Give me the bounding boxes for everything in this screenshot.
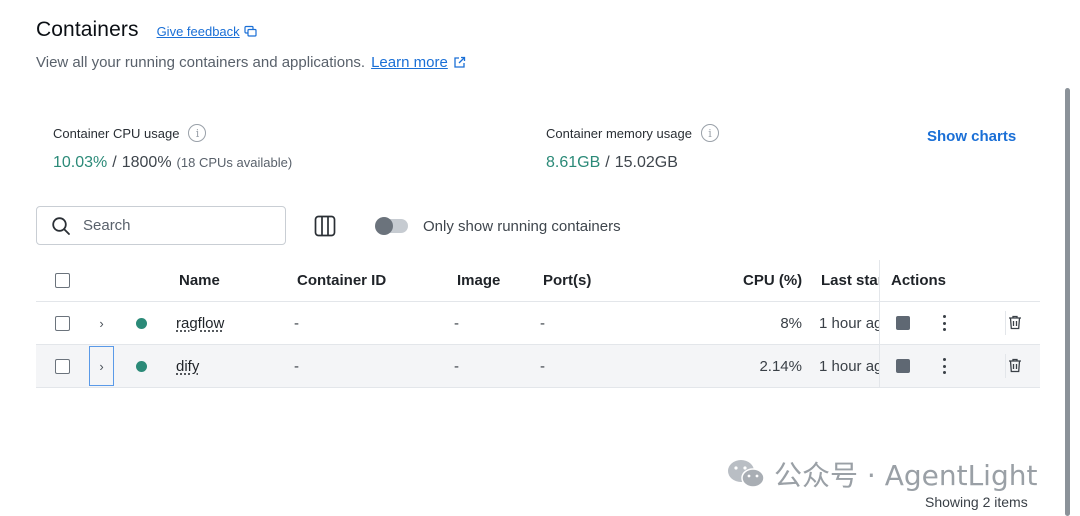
ports-cell: - bbox=[540, 314, 545, 332]
expand-chevron-icon[interactable]: › bbox=[89, 302, 114, 344]
cpu-cell: 2.14% bbox=[759, 357, 802, 375]
cpu-total-value: 1800% bbox=[121, 154, 172, 171]
select-all-checkbox[interactable] bbox=[55, 273, 70, 288]
external-link-icon bbox=[454, 56, 465, 68]
running-status-icon bbox=[136, 317, 147, 329]
memory-total-value: 15.02GB bbox=[614, 154, 678, 171]
cpu-used-value: 10.03% bbox=[53, 154, 108, 171]
cpu-separator: / bbox=[112, 154, 117, 171]
cpu-usage-label: Container CPU usage bbox=[53, 125, 180, 141]
stop-button[interactable] bbox=[896, 316, 910, 330]
give-feedback-link[interactable]: Give feedback bbox=[157, 24, 257, 39]
column-header-image[interactable]: Image bbox=[457, 260, 500, 301]
search-input[interactable] bbox=[83, 217, 253, 234]
row-checkbox[interactable] bbox=[55, 315, 70, 331]
watermark: 公众号 · AgentLight bbox=[726, 454, 1037, 494]
learn-more-label: Learn more bbox=[371, 54, 448, 71]
columns-icon bbox=[314, 215, 336, 237]
column-header-actions: Actions bbox=[891, 272, 947, 289]
container-name-link[interactable]: ragflow bbox=[176, 315, 224, 332]
containers-table: Name Container ID Image Port(s) CPU (%) … bbox=[36, 260, 1040, 388]
image-cell: - bbox=[454, 314, 459, 332]
running-only-label: Only show running containers bbox=[423, 218, 621, 235]
column-settings-button[interactable] bbox=[312, 213, 338, 239]
column-header-cpu[interactable]: CPU (%) bbox=[743, 260, 802, 301]
table-row[interactable]: › ragflow - - - 8% 1 hour ago bbox=[36, 302, 1040, 345]
column-header-container-id[interactable]: Container ID bbox=[297, 260, 386, 301]
toggle-knob bbox=[375, 217, 393, 235]
column-header-name[interactable]: Name bbox=[179, 260, 220, 301]
info-icon[interactable]: i bbox=[700, 124, 719, 142]
last-started-cell: 1 hour ago bbox=[819, 314, 879, 332]
cpu-available-note: (18 CPUs available) bbox=[176, 155, 293, 170]
stop-button[interactable] bbox=[896, 359, 910, 373]
image-cell: - bbox=[454, 357, 459, 375]
page-header: Containers Give feedback View all your r… bbox=[36, 18, 466, 71]
give-feedback-label: Give feedback bbox=[156, 24, 240, 39]
feedback-icon bbox=[244, 25, 257, 37]
ports-cell: - bbox=[540, 357, 545, 375]
cpu-cell: 8% bbox=[780, 314, 802, 332]
more-actions-icon[interactable] bbox=[936, 313, 952, 333]
expand-chevron-icon[interactable]: › bbox=[89, 346, 114, 386]
running-only-toggle[interactable] bbox=[375, 217, 408, 235]
memory-usage-label: Container memory usage bbox=[546, 125, 692, 141]
memory-separator: / bbox=[605, 154, 610, 171]
learn-more-link[interactable]: Learn more bbox=[371, 54, 466, 71]
delete-icon[interactable] bbox=[1007, 357, 1023, 374]
running-status-icon bbox=[136, 360, 147, 372]
page-subtitle: View all your running containers and app… bbox=[36, 54, 366, 71]
column-header-ports[interactable]: Port(s) bbox=[543, 260, 591, 301]
items-count: Showing 2 items bbox=[925, 494, 1028, 510]
row-checkbox[interactable] bbox=[55, 358, 70, 374]
table-row[interactable]: › dify - - - 2.14% 1 hour ago bbox=[36, 345, 1040, 388]
show-charts-button[interactable]: Show charts bbox=[927, 128, 1016, 145]
memory-used-value: 8.61GB bbox=[546, 154, 601, 171]
container-id-cell: - bbox=[294, 357, 299, 375]
last-started-cell: 1 hour ago bbox=[819, 357, 879, 375]
actions-divider bbox=[1005, 311, 1006, 335]
info-icon[interactable]: i bbox=[188, 124, 207, 142]
wechat-logo-icon bbox=[728, 460, 765, 488]
search-box[interactable] bbox=[36, 206, 286, 245]
memory-usage-stat: Container memory usage i 8.61GB / 15.02G… bbox=[546, 124, 719, 172]
delete-icon[interactable] bbox=[1007, 314, 1023, 331]
watermark-text: 公众号 · AgentLight bbox=[774, 459, 1038, 492]
search-icon bbox=[52, 216, 70, 235]
table-header-row: Name Container ID Image Port(s) CPU (%) … bbox=[36, 260, 1040, 302]
column-header-last-started[interactable]: Last started bbox=[821, 260, 879, 301]
container-id-cell: - bbox=[294, 314, 299, 332]
cpu-usage-stat: Container CPU usage i 10.03% / 1800% (18… bbox=[53, 124, 292, 172]
page-title: Containers bbox=[36, 18, 139, 41]
more-actions-icon[interactable] bbox=[936, 356, 952, 376]
actions-divider bbox=[1005, 354, 1006, 378]
vertical-scrollbar[interactable] bbox=[1065, 88, 1070, 516]
container-name-link[interactable]: dify bbox=[176, 358, 199, 375]
